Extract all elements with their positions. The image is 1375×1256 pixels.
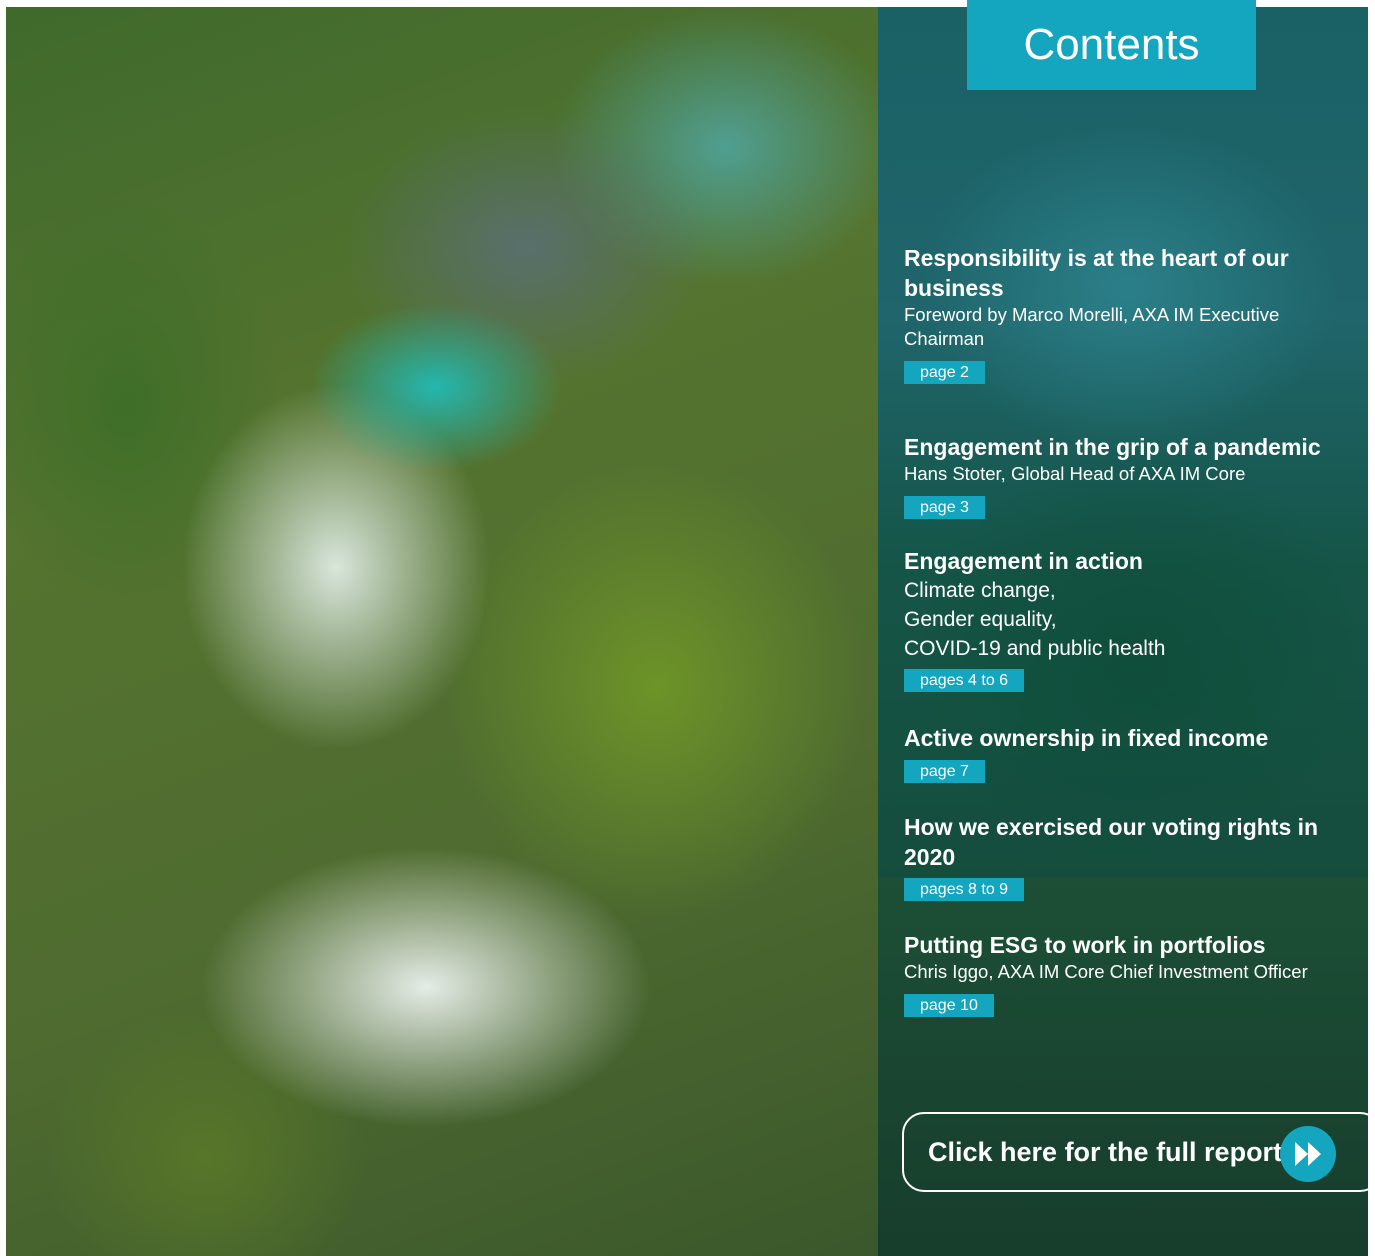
toc-item-foreword[interactable]: Responsibility is at the heart of our bu…	[904, 243, 1354, 384]
toc-item-title: Engagement in action	[904, 548, 1143, 574]
toc-item-title: Engagement in the grip of a pandemic	[904, 434, 1321, 460]
page-badge[interactable]: page 3	[904, 496, 985, 519]
toc-item-title: Putting ESG to work in portfolios	[904, 932, 1266, 958]
toc-item-voting-rights[interactable]: How we exercised our voting rights in 20…	[904, 812, 1354, 901]
toc-item-subtitle: Foreword by Marco Morelli, AXA IM Execut…	[904, 304, 1280, 349]
toc-item-line: Gender equality,	[904, 608, 1057, 631]
toc-item-fixed-income[interactable]: Active ownership in fixed income page 7	[904, 723, 1354, 783]
page-badge[interactable]: page 2	[904, 361, 985, 384]
full-report-label: Click here for the full report	[928, 1136, 1283, 1167]
toc-item-esg-portfolios[interactable]: Putting ESG to work in portfolios Chris …	[904, 930, 1354, 1017]
toc-item-title: Active ownership in fixed income	[904, 725, 1269, 751]
page-badge[interactable]: pages 8 to 9	[904, 878, 1025, 901]
toc-item-line: COVID-19 and public health	[904, 637, 1166, 660]
contents-title: Contents	[1023, 20, 1200, 69]
page-badge[interactable]: pages 4 to 6	[904, 669, 1025, 692]
toc-item-title: How we exercised our voting rights in 20…	[904, 814, 1319, 870]
toc-item-subtitle: Chris Iggo, AXA IM Core Chief Investment…	[904, 961, 1308, 982]
toc-item-engagement-in-action[interactable]: Engagement in action Climate change, Gen…	[904, 546, 1354, 692]
toc-item-title: Responsibility is at the heart of our bu…	[904, 245, 1289, 301]
contents-heading: Contents	[967, 0, 1256, 90]
toc-item-subtitle: Hans Stoter, Global Head of AXA IM Core	[904, 463, 1246, 484]
fast-forward-icon[interactable]	[1280, 1126, 1336, 1182]
page-badge[interactable]: page 10	[904, 994, 994, 1017]
toc-item-pandemic[interactable]: Engagement in the grip of a pandemic Han…	[904, 432, 1354, 519]
page-badge[interactable]: page 7	[904, 760, 985, 783]
full-report-button[interactable]: Click here for the full report	[902, 1112, 1375, 1192]
toc-item-line: Climate change,	[904, 579, 1056, 602]
